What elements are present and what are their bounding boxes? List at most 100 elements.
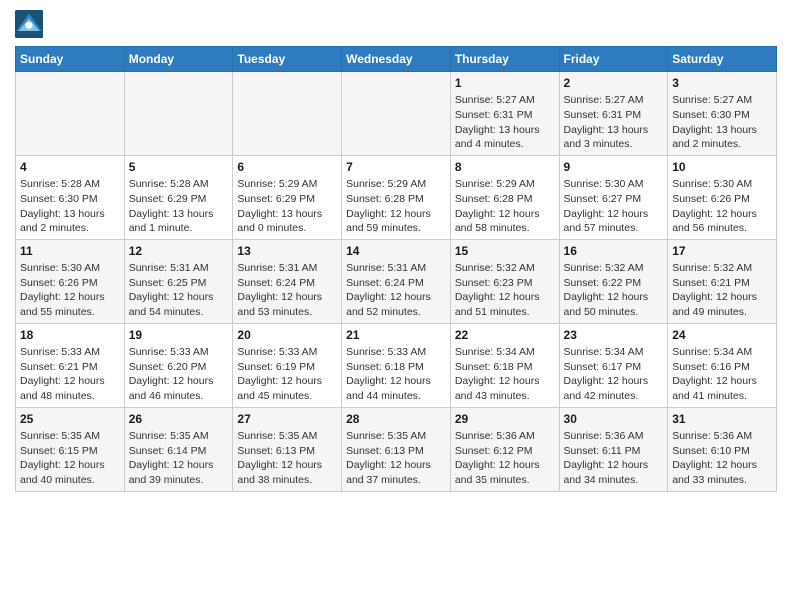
day-info: Sunrise: 5:35 AM Sunset: 6:14 PM Dayligh… xyxy=(129,429,229,488)
calendar-cell: 3 Sunrise: 5:27 AM Sunset: 6:30 PM Daylig… xyxy=(668,72,777,156)
day-header-saturday: Saturday xyxy=(668,47,777,72)
calendar-cell xyxy=(233,72,342,156)
calendar-cell: 10Sunrise: 5:30 AM Sunset: 6:26 PM Dayli… xyxy=(668,155,777,239)
day-number: 1 xyxy=(455,75,555,91)
calendar-cell: 16 Sunrise: 5:32 AM Sunset: 6:22 PM Dayli… xyxy=(559,239,668,323)
day-number: 2 xyxy=(564,75,664,91)
day-number: 18 xyxy=(20,327,120,343)
calendar-cell: 29 Sunrise: 5:36 AM Sunset: 6:12 PM Dayli… xyxy=(450,407,559,491)
calendar-cell: 26 Sunrise: 5:35 AM Sunset: 6:14 PM Dayli… xyxy=(124,407,233,491)
day-number: 8 xyxy=(455,159,555,175)
day-info: Sunrise: 5:27 AM Sunset: 6:30 PM Dayligh… xyxy=(672,93,772,152)
calendar-cell: 4 Sunrise: 5:28 AM Sunset: 6:30 PM Daylig… xyxy=(16,155,125,239)
calendar-cell: 20Sunrise: 5:33 AM Sunset: 6:19 PM Dayli… xyxy=(233,323,342,407)
day-info: Sunrise: 5:29 AM Sunset: 6:28 PM Dayligh… xyxy=(455,177,555,236)
calendar-cell: 17 Sunrise: 5:32 AM Sunset: 6:21 PM Dayli… xyxy=(668,239,777,323)
calendar-cell: 8 Sunrise: 5:29 AM Sunset: 6:28 PM Daylig… xyxy=(450,155,559,239)
day-info: Sunrise: 5:34 AM Sunset: 6:18 PM Dayligh… xyxy=(455,345,555,404)
day-number: 28 xyxy=(346,411,446,427)
day-number: 14 xyxy=(346,243,446,259)
day-info: Sunrise: 5:36 AM Sunset: 6:11 PM Dayligh… xyxy=(564,429,664,488)
calendar-cell: 7Sunrise: 5:29 AM Sunset: 6:28 PM Daylig… xyxy=(342,155,451,239)
day-info: Sunrise: 5:33 AM Sunset: 6:18 PM Dayligh… xyxy=(346,345,446,404)
logo xyxy=(15,10,47,38)
day-header-monday: Monday xyxy=(124,47,233,72)
calendar-cell: 11 Sunrise: 5:30 AM Sunset: 6:26 PM Dayli… xyxy=(16,239,125,323)
week-row-5: 25 Sunrise: 5:35 AM Sunset: 6:15 PM Dayli… xyxy=(16,407,777,491)
day-number: 22 xyxy=(455,327,555,343)
week-row-4: 18 Sunrise: 5:33 AM Sunset: 6:21 PM Dayli… xyxy=(16,323,777,407)
page: SundayMondayTuesdayWednesdayThursdayFrid… xyxy=(0,0,792,502)
calendar-cell: 6 Sunrise: 5:29 AM Sunset: 6:29 PM Daylig… xyxy=(233,155,342,239)
day-header-sunday: Sunday xyxy=(16,47,125,72)
logo-icon xyxy=(15,10,43,38)
calendar-cell: 31 Sunrise: 5:36 AM Sunset: 6:10 PM Dayli… xyxy=(668,407,777,491)
day-info: Sunrise: 5:32 AM Sunset: 6:22 PM Dayligh… xyxy=(564,261,664,320)
calendar-cell: 15 Sunrise: 5:32 AM Sunset: 6:23 PM Dayli… xyxy=(450,239,559,323)
day-info: Sunrise: 5:28 AM Sunset: 6:30 PM Dayligh… xyxy=(20,177,120,236)
day-info: Sunrise: 5:36 AM Sunset: 6:10 PM Dayligh… xyxy=(672,429,772,488)
day-number: 21 xyxy=(346,327,446,343)
calendar-cell: 2 Sunrise: 5:27 AM Sunset: 6:31 PM Daylig… xyxy=(559,72,668,156)
day-number: 9 xyxy=(564,159,664,175)
day-info: Sunrise: 5:33 AM Sunset: 6:19 PM Dayligh… xyxy=(237,345,337,404)
day-number: 6 xyxy=(237,159,337,175)
day-info: Sunrise: 5:33 AM Sunset: 6:20 PM Dayligh… xyxy=(129,345,229,404)
day-info: Sunrise: 5:27 AM Sunset: 6:31 PM Dayligh… xyxy=(455,93,555,152)
day-number: 17 xyxy=(672,243,772,259)
day-number: 23 xyxy=(564,327,664,343)
day-number: 27 xyxy=(237,411,337,427)
calendar-cell: 25 Sunrise: 5:35 AM Sunset: 6:15 PM Dayli… xyxy=(16,407,125,491)
day-info: Sunrise: 5:35 AM Sunset: 6:15 PM Dayligh… xyxy=(20,429,120,488)
calendar-cell: 22 Sunrise: 5:34 AM Sunset: 6:18 PM Dayli… xyxy=(450,323,559,407)
day-number: 15 xyxy=(455,243,555,259)
calendar-cell: 27Sunrise: 5:35 AM Sunset: 6:13 PM Dayli… xyxy=(233,407,342,491)
day-info: Sunrise: 5:31 AM Sunset: 6:24 PM Dayligh… xyxy=(237,261,337,320)
calendar-cell: 21 Sunrise: 5:33 AM Sunset: 6:18 PM Dayli… xyxy=(342,323,451,407)
day-info: Sunrise: 5:34 AM Sunset: 6:16 PM Dayligh… xyxy=(672,345,772,404)
day-number: 12 xyxy=(129,243,229,259)
day-number: 31 xyxy=(672,411,772,427)
day-info: Sunrise: 5:32 AM Sunset: 6:21 PM Dayligh… xyxy=(672,261,772,320)
week-row-2: 4 Sunrise: 5:28 AM Sunset: 6:30 PM Daylig… xyxy=(16,155,777,239)
day-number: 11 xyxy=(20,243,120,259)
day-info: Sunrise: 5:27 AM Sunset: 6:31 PM Dayligh… xyxy=(564,93,664,152)
day-info: Sunrise: 5:31 AM Sunset: 6:25 PM Dayligh… xyxy=(129,261,229,320)
day-number: 26 xyxy=(129,411,229,427)
day-number: 19 xyxy=(129,327,229,343)
header-row: SundayMondayTuesdayWednesdayThursdayFrid… xyxy=(16,47,777,72)
day-number: 24 xyxy=(672,327,772,343)
calendar-cell: 28 Sunrise: 5:35 AM Sunset: 6:13 PM Dayli… xyxy=(342,407,451,491)
week-row-3: 11 Sunrise: 5:30 AM Sunset: 6:26 PM Dayli… xyxy=(16,239,777,323)
calendar-cell xyxy=(16,72,125,156)
day-number: 3 xyxy=(672,75,772,91)
day-info: Sunrise: 5:35 AM Sunset: 6:13 PM Dayligh… xyxy=(346,429,446,488)
day-header-wednesday: Wednesday xyxy=(342,47,451,72)
day-number: 7 xyxy=(346,159,446,175)
calendar-cell: 9Sunrise: 5:30 AM Sunset: 6:27 PM Daylig… xyxy=(559,155,668,239)
calendar-cell: 5 Sunrise: 5:28 AM Sunset: 6:29 PM Daylig… xyxy=(124,155,233,239)
day-number: 5 xyxy=(129,159,229,175)
day-info: Sunrise: 5:30 AM Sunset: 6:26 PM Dayligh… xyxy=(672,177,772,236)
day-info: Sunrise: 5:28 AM Sunset: 6:29 PM Dayligh… xyxy=(129,177,229,236)
day-info: Sunrise: 5:36 AM Sunset: 6:12 PM Dayligh… xyxy=(455,429,555,488)
day-header-friday: Friday xyxy=(559,47,668,72)
week-row-1: 1 Sunrise: 5:27 AM Sunset: 6:31 PM Daylig… xyxy=(16,72,777,156)
day-info: Sunrise: 5:33 AM Sunset: 6:21 PM Dayligh… xyxy=(20,345,120,404)
day-header-tuesday: Tuesday xyxy=(233,47,342,72)
calendar-cell: 13Sunrise: 5:31 AM Sunset: 6:24 PM Dayli… xyxy=(233,239,342,323)
calendar-cell: 23 Sunrise: 5:34 AM Sunset: 6:17 PM Dayli… xyxy=(559,323,668,407)
day-info: Sunrise: 5:30 AM Sunset: 6:26 PM Dayligh… xyxy=(20,261,120,320)
day-info: Sunrise: 5:32 AM Sunset: 6:23 PM Dayligh… xyxy=(455,261,555,320)
day-number: 4 xyxy=(20,159,120,175)
day-info: Sunrise: 5:31 AM Sunset: 6:24 PM Dayligh… xyxy=(346,261,446,320)
calendar-cell: 30Sunrise: 5:36 AM Sunset: 6:11 PM Dayli… xyxy=(559,407,668,491)
calendar-cell: 14 Sunrise: 5:31 AM Sunset: 6:24 PM Dayli… xyxy=(342,239,451,323)
day-info: Sunrise: 5:34 AM Sunset: 6:17 PM Dayligh… xyxy=(564,345,664,404)
calendar-cell: 19 Sunrise: 5:33 AM Sunset: 6:20 PM Dayli… xyxy=(124,323,233,407)
day-number: 29 xyxy=(455,411,555,427)
day-info: Sunrise: 5:29 AM Sunset: 6:29 PM Dayligh… xyxy=(237,177,337,236)
day-number: 16 xyxy=(564,243,664,259)
day-number: 25 xyxy=(20,411,120,427)
calendar-cell: 24 Sunrise: 5:34 AM Sunset: 6:16 PM Dayli… xyxy=(668,323,777,407)
